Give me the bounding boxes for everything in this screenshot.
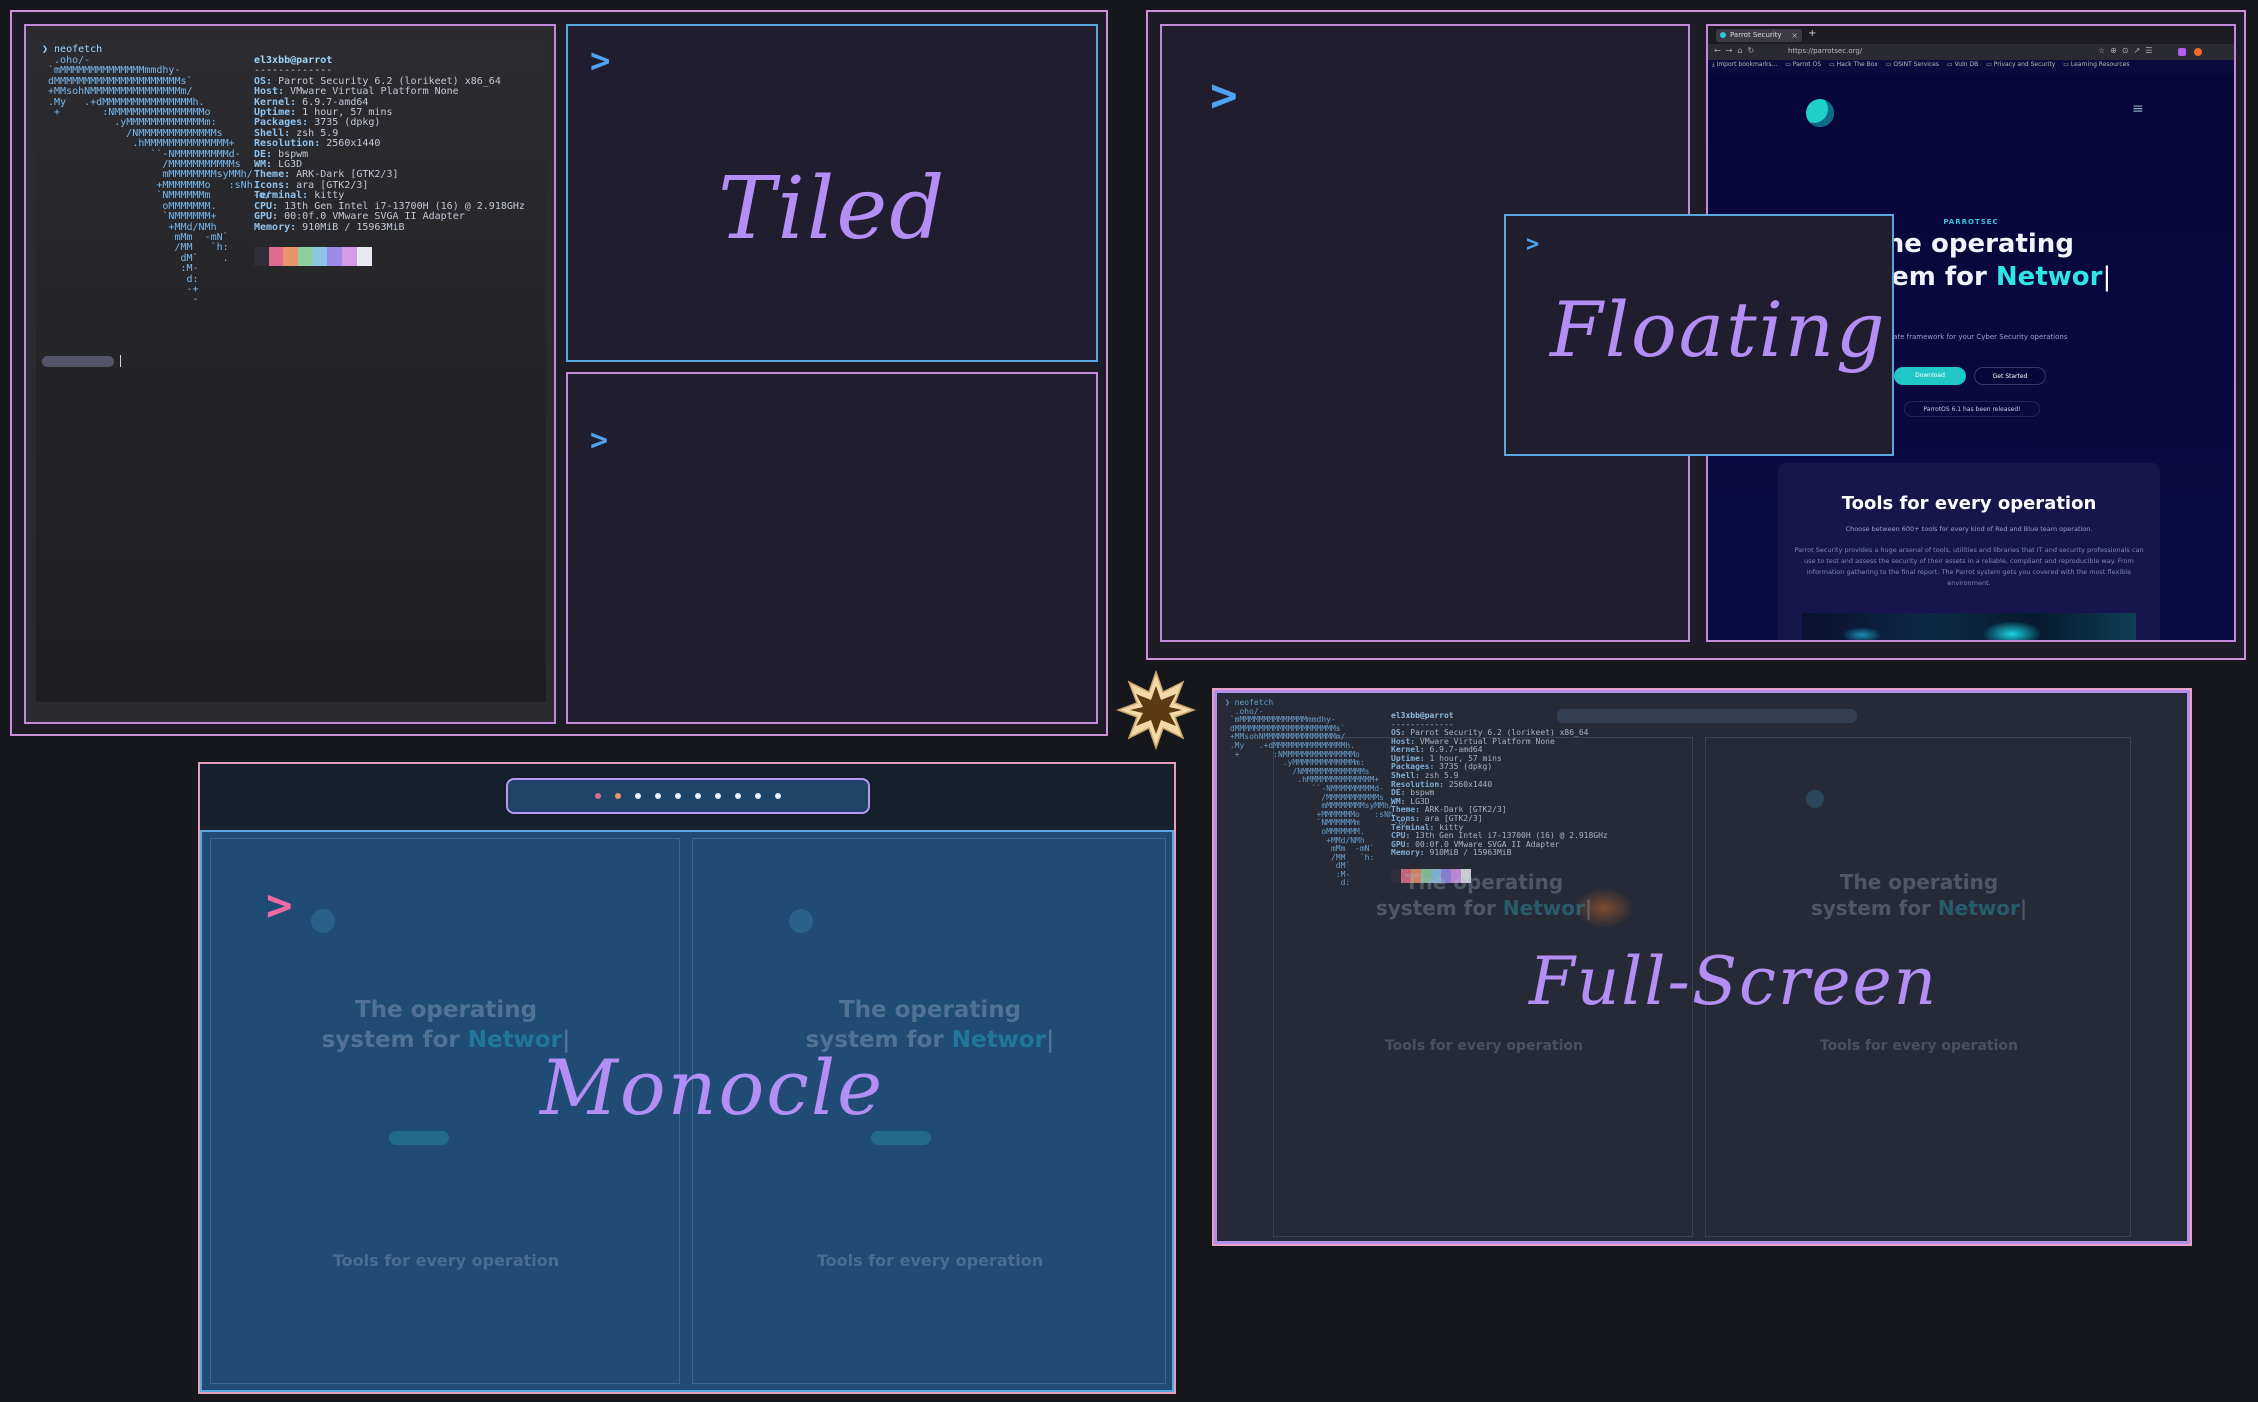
get-started-button[interactable]: Get Started — [1974, 367, 2046, 385]
palette-swatch — [283, 246, 299, 266]
workspace-dot[interactable] — [635, 793, 641, 799]
extension-icon[interactable] — [2194, 48, 2202, 56]
parrot-ascii-art: .oho/- `mMMMMMMMMMMMMMMmmdhy- dMMMMMMMMM… — [48, 55, 271, 306]
extension-icon[interactable] — [2178, 48, 2186, 56]
bookmark-item[interactable]: ⤓ Import bookmarks... — [1712, 61, 1777, 68]
palette-swatch — [254, 246, 269, 266]
ghost-hero-line1: The operating — [1404, 870, 1564, 894]
ghost-logo-icon — [789, 909, 813, 933]
system-info-list: OS: Parrot Security 6.2 (lorikeet) x86_6… — [254, 76, 525, 233]
terminal-content: ❯ neofetch .oho/- `mMMMMMMMMMMMMMMmmdhy-… — [36, 42, 546, 702]
menu-icon[interactable]: ≡ — [2132, 101, 2144, 117]
workspace-dot[interactable] — [655, 793, 661, 799]
tab-bar: Parrot Security × + — [1708, 26, 2234, 44]
ghost-tools-title: Tools for every operation — [816, 1251, 1044, 1270]
tools-preview-image — [1802, 613, 2136, 640]
floating-label: Floating — [1550, 285, 1887, 374]
url-bar[interactable]: https://parrotsec.org/ — [1788, 47, 1862, 55]
parrot-logo-icon — [1806, 99, 1834, 127]
new-tab-icon[interactable]: + — [1808, 28, 1816, 39]
ghost-hero-line1: The operating — [354, 997, 538, 1023]
ghost-tools-title: Tools for every operation — [1819, 1038, 2018, 1054]
nav-bar: ←→⌂↻ https://parrotsec.org/ ☆⊕⊙↗☰ — [1708, 44, 2234, 60]
bookmark-item[interactable]: ▭ Parrot OS — [1785, 61, 1821, 68]
bookmark-item[interactable]: ▭ Hack The Box — [1829, 61, 1878, 68]
terminal-window[interactable]: ❯ neofetch .oho/- `mMMMMMMMMMMMMMMmmdhy-… — [24, 24, 556, 724]
prompt-chevron-icon: > — [590, 41, 611, 81]
neofetch-info: el3xbb@parrot ------------- OS: Parrot S… — [254, 55, 525, 266]
status-bar — [200, 764, 1174, 830]
bookmark-item[interactable]: ▭ Privacy and Security — [1986, 61, 2055, 68]
color-palette — [254, 246, 525, 266]
palette-swatch — [312, 246, 328, 266]
workspace-dot[interactable] — [735, 793, 741, 799]
ghost-hero-line1: The operating — [1839, 870, 1999, 894]
workspace-dot[interactable] — [675, 793, 681, 799]
bookmarks-bar: ⤓ Import bookmarks... ▭ Parrot OS ▭ Hack T… — [1712, 61, 2232, 72]
toolbar-icons[interactable]: ☆⊕⊙↗☰ — [2098, 46, 2157, 55]
fullscreen-layout-panel[interactable]: ❯ neofetch .oho/- `mMMMMMMMMMMMMMMmmdhy-… — [1214, 690, 2190, 1244]
monocle-window[interactable]: The operating system for Networ| Tools f… — [200, 830, 1174, 1392]
prompt-chevron-icon: > — [266, 880, 293, 931]
workspace-dot[interactable] — [755, 793, 761, 799]
palette-swatch — [298, 246, 313, 266]
workspace-dot[interactable] — [775, 793, 781, 799]
prompt-chevron-icon: > — [590, 423, 609, 458]
fullscreen-label: Full-Screen — [1529, 943, 1939, 1020]
floating-layout-panel: > Parrot Security × + ←→⌂↻ https://parro… — [1146, 10, 2246, 660]
tools-title: Tools for every operation — [1841, 493, 2097, 514]
workspace-dot[interactable] — [695, 793, 701, 799]
system-info-row: Memory: 910MiB / 15963MiB — [254, 221, 405, 233]
tiled-pane-top-right[interactable]: > Tiled — [566, 24, 1098, 362]
workspace-indicator[interactable] — [506, 778, 870, 814]
tab-title: Parrot Security — [1730, 31, 1782, 39]
monocle-layout-panel: The operating system for Networ| Tools f… — [198, 762, 1176, 1394]
workspace-dot[interactable] — [595, 793, 601, 799]
prompt-chevron-icon: > — [1210, 68, 1238, 122]
workspace-dot[interactable] — [715, 793, 721, 799]
monocle-label: Monocle — [540, 1043, 885, 1132]
terminal-command: ❯ neofetch — [42, 44, 103, 55]
download-button[interactable]: Download — [1894, 367, 1966, 385]
ghost-hero-line2: system for Networ| — [1810, 896, 2028, 920]
ghost-logo-icon — [311, 909, 335, 933]
floating-window[interactable]: > Floating — [1504, 214, 1894, 456]
ghost-hero-line1: The operating — [838, 997, 1022, 1023]
tools-card: Tools for every operation Choose between… — [1778, 463, 2160, 640]
tab-close-icon[interactable]: × — [1791, 29, 1798, 42]
favicon-icon — [1720, 32, 1726, 38]
bookmark-item[interactable]: ▭ Vuln DB — [1947, 61, 1978, 68]
star-logo-icon — [1115, 669, 1197, 751]
ghost-tools-title: Tools for every operation — [332, 1251, 560, 1270]
ghost-tools-title: Tools for every operation — [1384, 1038, 1583, 1054]
palette-swatch — [342, 246, 357, 266]
tiled-label: Tiled — [718, 159, 947, 259]
tiled-pane-bottom-right[interactable]: > — [566, 372, 1098, 724]
tools-subtitle: Choose between 600+ tools for every kind… — [1845, 525, 2093, 533]
release-notice[interactable]: ParrotOS 6.1 has been released! — [1904, 401, 2040, 417]
prompt-chevron-icon: > — [1526, 232, 1540, 257]
palette-swatch — [356, 246, 372, 266]
workspace-dot[interactable] — [615, 793, 621, 799]
terminal-cursor — [120, 355, 121, 367]
bookmark-item[interactable]: ▭ Learning Resources — [2063, 61, 2129, 68]
tiled-layout-panel: ❯ neofetch .oho/- `mMMMMMMMMMMMMMMmmdhy-… — [10, 10, 1108, 736]
browser-tab[interactable]: Parrot Security × — [1716, 29, 1802, 42]
tools-body: Parrot Security provides a huge arsenal … — [1794, 546, 2144, 587]
bookmark-item[interactable]: ▭ OSINT Services — [1886, 61, 1939, 68]
palette-swatch — [327, 246, 343, 266]
palette-swatch — [268, 246, 284, 266]
nav-buttons-icon[interactable]: ←→⌂↻ — [1714, 46, 1759, 55]
terminal-prompt-bar — [42, 356, 114, 367]
hero-title-accent: Networ — [1995, 262, 2103, 292]
